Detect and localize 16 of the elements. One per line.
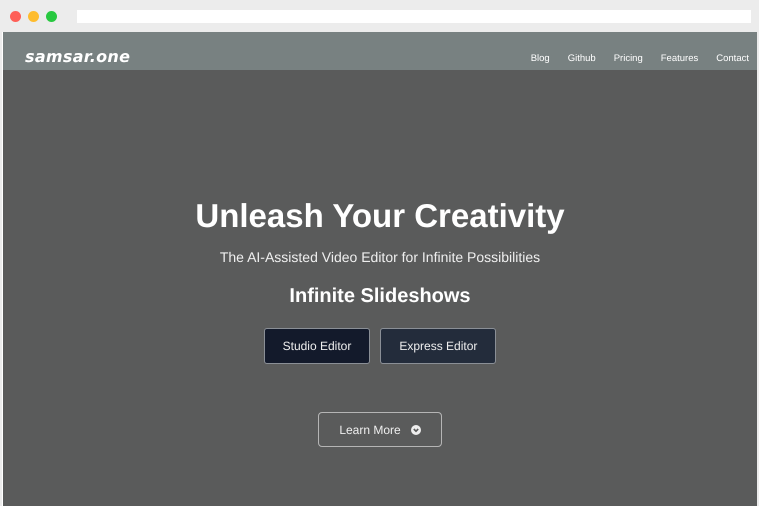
nav-link[interactable]: Features — [660, 53, 698, 64]
hero-tagline: Infinite Slideshows — [289, 285, 471, 308]
nav-link[interactable]: Pricing — [614, 53, 643, 64]
minimize-dot[interactable] — [28, 10, 39, 22]
editor-button[interactable]: Express Editor — [380, 328, 496, 364]
hero-subtitle: The AI-Assisted Video Editor for Infinite Possibilities — [220, 249, 540, 265]
chevron-down-icon — [410, 424, 421, 434]
nav-link[interactable]: Github — [568, 53, 596, 64]
maximize-dot[interactable] — [46, 10, 57, 22]
brand-logo[interactable]: samsar.one — [25, 47, 531, 66]
hero-title: Unleash Your Creativity — [195, 197, 565, 235]
nav-link[interactable]: Contact — [716, 53, 749, 64]
close-dot[interactable] — [10, 10, 21, 22]
learn-more-button[interactable]: Learn More — [318, 412, 442, 447]
nav-link[interactable]: Blog — [530, 53, 550, 64]
editor-button[interactable]: Studio Editor — [264, 328, 370, 364]
